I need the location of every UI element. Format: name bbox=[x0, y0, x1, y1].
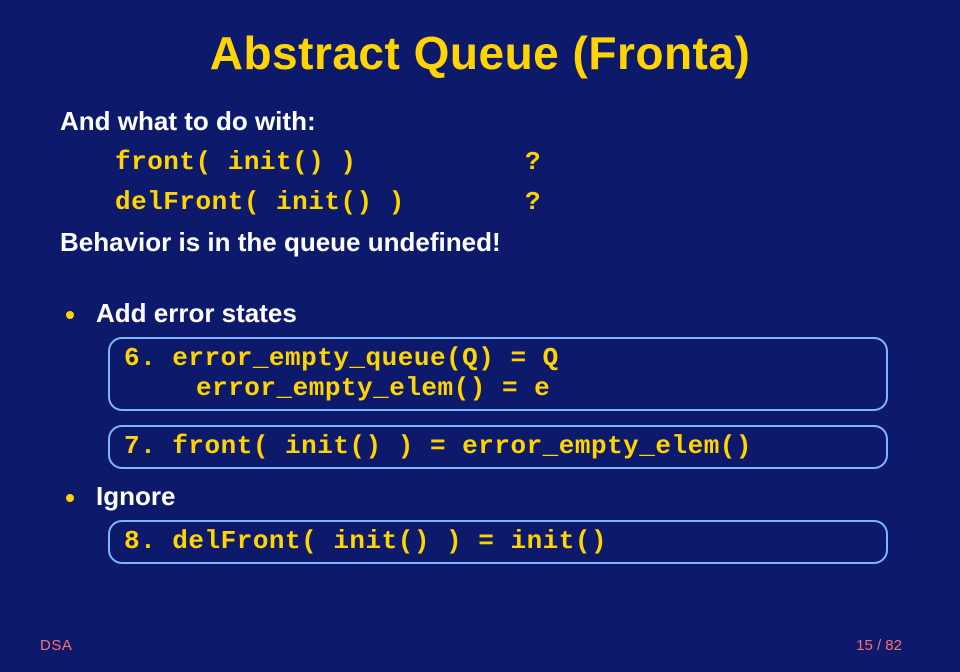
code-row-2: delFront( init() ) ? bbox=[115, 187, 960, 217]
code-lhs: front( init() ) bbox=[115, 147, 525, 177]
rule-box-6: 6. error_empty_queue(Q) = Q error_empty_… bbox=[108, 337, 888, 411]
code-line: error_empty_elem() = e bbox=[124, 373, 872, 403]
code-lhs: delFront( init() ) bbox=[115, 187, 525, 217]
bullet-label: Add error states bbox=[96, 298, 297, 329]
bullet-add-error: Add error states bbox=[66, 298, 960, 329]
rule-box-7: 7. front( init() ) = error_empty_elem() bbox=[108, 425, 888, 469]
rule-box-8: 8. delFront( init() ) = init() bbox=[108, 520, 888, 564]
code-line: 8. delFront( init() ) = init() bbox=[124, 526, 872, 556]
slide-title: Abstract Queue (Fronta) bbox=[0, 0, 960, 80]
code-rhs: ? bbox=[525, 187, 541, 217]
code-line: 6. error_empty_queue(Q) = Q bbox=[124, 343, 872, 373]
code-rhs: ? bbox=[525, 147, 541, 177]
footer-page-number: 15 / 82 bbox=[856, 637, 902, 654]
bullet-icon bbox=[66, 311, 74, 319]
bullet-icon bbox=[66, 494, 74, 502]
footer-left: DSA bbox=[40, 637, 72, 654]
intro-text: And what to do with: bbox=[60, 106, 960, 137]
bullet-ignore: Ignore bbox=[66, 481, 960, 512]
behavior-text: Behavior is in the queue undefined! bbox=[60, 227, 960, 258]
code-line: 7. front( init() ) = error_empty_elem() bbox=[124, 431, 872, 461]
code-row-1: front( init() ) ? bbox=[115, 147, 960, 177]
bullet-label: Ignore bbox=[96, 481, 175, 512]
